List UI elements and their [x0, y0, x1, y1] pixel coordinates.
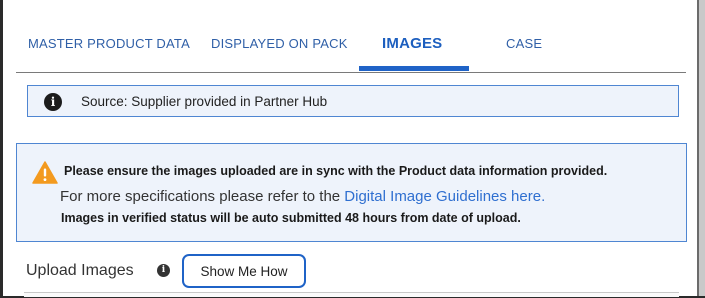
upload-images-label: Upload Images [26, 262, 134, 279]
tab-displayed-on-pack[interactable]: DISPLAYED ON PACK [211, 36, 348, 51]
info-icon: i [44, 93, 62, 111]
tab-images[interactable]: IMAGES [382, 35, 442, 52]
window-border-left [0, 0, 3, 298]
tab-bar: MASTER PRODUCT DATA DISPLAYED ON PACK IM… [16, 0, 686, 73]
specs-prefix: For more specifications please refer to … [60, 188, 345, 205]
show-me-how-button[interactable]: Show Me How [182, 254, 306, 288]
warning-panel: Please ensure the images uploaded are in… [16, 143, 687, 242]
tab-master-product-data[interactable]: MASTER PRODUCT DATA [28, 36, 190, 51]
source-text: Source: Supplier provided in Partner Hub [81, 94, 328, 109]
active-tab-indicator [359, 66, 469, 71]
warning-specs-text: For more specifications please refer to … [60, 188, 545, 205]
warning-sync-text: Please ensure the images uploaded are in… [64, 164, 608, 178]
warning-icon [32, 161, 58, 184]
digital-image-guidelines-link[interactable]: Digital Image Guidelines here. [344, 188, 545, 205]
scrollbar-track[interactable] [699, 0, 705, 298]
warning-auto-submit-text: Images in verified status will be auto s… [61, 211, 521, 225]
upload-dropzone[interactable] [24, 292, 679, 297]
tab-case[interactable]: CASE [506, 36, 542, 51]
upload-info-icon[interactable]: i [157, 264, 170, 277]
source-info-bar: i Source: Supplier provided in Partner H… [27, 85, 679, 117]
